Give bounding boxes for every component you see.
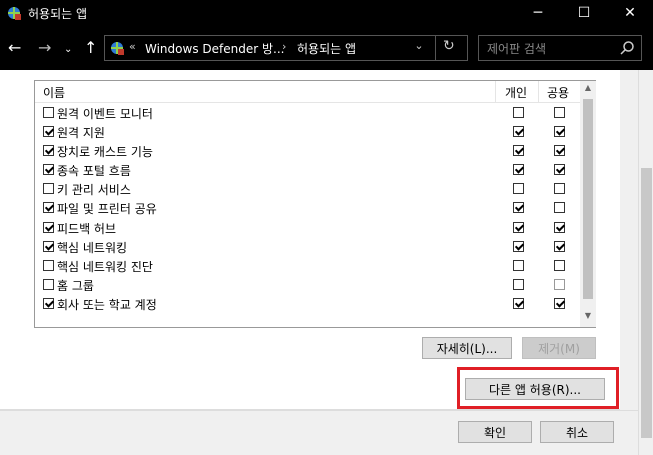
app-enabled-checkbox[interactable] bbox=[43, 202, 54, 214]
list-scrollbar-thumb[interactable] bbox=[583, 99, 593, 299]
window-title: 허용되는 앱 bbox=[28, 7, 88, 21]
app-enabled-checkbox[interactable] bbox=[43, 126, 54, 138]
app-enabled-checkbox[interactable] bbox=[43, 164, 54, 176]
address-divider bbox=[435, 36, 436, 60]
firewall-app-icon bbox=[111, 42, 124, 55]
allow-another-app-button[interactable]: 다른 앱 허용(R)... bbox=[465, 378, 605, 400]
private-network-checkbox[interactable] bbox=[513, 297, 524, 309]
private-network-checkbox[interactable] bbox=[513, 145, 524, 157]
private-network-checkbox[interactable] bbox=[513, 278, 524, 290]
list-header: 이름 개인 공용 bbox=[35, 81, 580, 103]
list-scrollbar[interactable]: ▲ ▼ bbox=[580, 81, 596, 327]
private-network-checkbox[interactable] bbox=[513, 164, 524, 176]
app-name-label: 피드백 허브 bbox=[57, 221, 117, 236]
app-enabled-checkbox[interactable] bbox=[43, 145, 54, 157]
up-button[interactable]: ↑ bbox=[84, 38, 97, 58]
cancel-button[interactable]: 취소 bbox=[540, 421, 614, 443]
public-network-checkbox[interactable] bbox=[554, 297, 565, 309]
search-icon[interactable] bbox=[619, 40, 635, 56]
column-divider bbox=[495, 81, 496, 103]
list-item[interactable]: 원격 이벤트 모니터 bbox=[35, 103, 580, 122]
list-item[interactable]: 핵심 네트워킹 bbox=[35, 237, 580, 256]
app-enabled-checkbox[interactable] bbox=[43, 240, 54, 252]
title-bar: 허용되는 앱 ─ ☐ ✕ bbox=[0, 0, 653, 26]
app-name-label: 장치로 캐스트 기능 bbox=[57, 145, 153, 160]
private-network-checkbox[interactable] bbox=[513, 183, 524, 195]
private-network-checkbox[interactable] bbox=[513, 202, 524, 214]
close-button[interactable]: ✕ bbox=[607, 0, 653, 26]
details-button[interactable]: 자세히(L)... bbox=[422, 337, 512, 359]
scroll-up-arrow-icon[interactable]: ▲ bbox=[580, 83, 596, 97]
column-divider bbox=[538, 81, 539, 103]
minimize-button[interactable]: ─ bbox=[515, 0, 561, 26]
public-network-checkbox[interactable] bbox=[554, 278, 565, 290]
private-network-checkbox[interactable] bbox=[513, 107, 524, 118]
list-item[interactable]: 핵심 네트워킹 진단 bbox=[35, 256, 580, 275]
address-overflow-chevron-icon[interactable]: « bbox=[129, 40, 136, 53]
list-item[interactable]: 원격 지원 bbox=[35, 122, 580, 141]
footer-divider bbox=[0, 410, 638, 411]
public-network-checkbox[interactable] bbox=[554, 259, 565, 271]
app-enabled-checkbox[interactable] bbox=[43, 107, 54, 118]
app-name-label: 원격 이벤트 모니터 bbox=[57, 107, 153, 121]
list-item[interactable]: 키 관리 서비스 bbox=[35, 179, 580, 198]
app-rows: 원격 이벤트 모니터원격 지원장치로 캐스트 기능종속 포털 흐름키 관리 서비… bbox=[35, 103, 580, 313]
app-name-label: 파일 및 프린터 공유 bbox=[57, 202, 157, 217]
public-network-checkbox[interactable] bbox=[554, 145, 565, 157]
private-network-checkbox[interactable] bbox=[513, 126, 524, 138]
navigation-bar: ← → ⌄ ↑ « Windows Defender 방... › 허용되는 앱… bbox=[0, 26, 653, 70]
app-name-label: 핵심 네트워킹 bbox=[57, 240, 128, 255]
list-item[interactable]: 종속 포털 흐름 bbox=[35, 160, 580, 179]
breadcrumb-separator-icon[interactable]: › bbox=[282, 40, 286, 53]
window-scrollbar[interactable] bbox=[638, 70, 653, 455]
ok-button[interactable]: 확인 bbox=[458, 421, 532, 443]
breadcrumb-allowed-apps[interactable]: 허용되는 앱 bbox=[297, 40, 356, 57]
public-network-checkbox[interactable] bbox=[554, 183, 565, 195]
public-network-checkbox[interactable] bbox=[554, 240, 565, 252]
app-name-label: 키 관리 서비스 bbox=[57, 183, 131, 198]
public-network-checkbox[interactable] bbox=[554, 164, 565, 176]
scroll-down-arrow-icon[interactable]: ▼ bbox=[580, 311, 596, 325]
app-name-label: 종속 포털 흐름 bbox=[57, 164, 131, 179]
public-network-checkbox[interactable] bbox=[554, 126, 565, 138]
breadcrumb-windows-defender[interactable]: Windows Defender 방... bbox=[145, 40, 284, 57]
app-enabled-checkbox[interactable] bbox=[43, 221, 54, 233]
app-enabled-checkbox[interactable] bbox=[43, 183, 54, 195]
column-header-public[interactable]: 공용 bbox=[547, 84, 569, 101]
list-item[interactable]: 홈 그룹 bbox=[35, 275, 580, 294]
address-dropdown-icon[interactable]: ⌄ bbox=[411, 39, 427, 52]
list-item[interactable]: 피드백 허브 bbox=[35, 218, 580, 237]
maximize-button[interactable]: ☐ bbox=[561, 0, 607, 26]
public-network-checkbox[interactable] bbox=[554, 221, 565, 233]
private-network-checkbox[interactable] bbox=[513, 259, 524, 271]
app-name-label: 홈 그룹 bbox=[57, 278, 94, 293]
private-network-checkbox[interactable] bbox=[513, 221, 524, 233]
back-button[interactable]: ← bbox=[8, 38, 21, 58]
firewall-app-icon bbox=[8, 7, 21, 20]
search-input[interactable]: 제어판 검색 bbox=[487, 40, 546, 57]
public-network-checkbox[interactable] bbox=[554, 202, 565, 214]
app-name-label: 핵심 네트워킹 진단 bbox=[57, 259, 153, 274]
search-box[interactable]: 제어판 검색 bbox=[478, 35, 642, 61]
window-scrollbar-thumb[interactable] bbox=[641, 168, 652, 438]
column-header-private[interactable]: 개인 bbox=[505, 84, 527, 101]
column-header-name[interactable]: 이름 bbox=[43, 84, 65, 101]
app-enabled-checkbox[interactable] bbox=[43, 297, 54, 309]
app-name-label: 회사 또는 학교 계정 bbox=[57, 297, 157, 312]
allowed-apps-list[interactable]: 이름 개인 공용 원격 이벤트 모니터원격 지원장치로 캐스트 기능종속 포털 … bbox=[34, 80, 596, 328]
list-item[interactable]: 장치로 캐스트 기능 bbox=[35, 141, 580, 160]
forward-button[interactable]: → bbox=[38, 38, 51, 58]
public-network-checkbox[interactable] bbox=[554, 107, 565, 118]
remove-button[interactable]: 제거(M) bbox=[522, 337, 596, 359]
refresh-icon[interactable]: ↻ bbox=[443, 38, 455, 54]
list-item[interactable]: 파일 및 프린터 공유 bbox=[35, 198, 580, 217]
app-enabled-checkbox[interactable] bbox=[43, 259, 54, 271]
private-network-checkbox[interactable] bbox=[513, 240, 524, 252]
app-enabled-checkbox[interactable] bbox=[43, 278, 54, 290]
recent-locations-button[interactable]: ⌄ bbox=[64, 40, 72, 60]
app-name-label: 원격 지원 bbox=[57, 126, 105, 141]
list-item[interactable]: 회사 또는 학교 계정 bbox=[35, 294, 580, 313]
address-bar[interactable]: « Windows Defender 방... › 허용되는 앱 ⌄ ↻ bbox=[104, 35, 468, 61]
